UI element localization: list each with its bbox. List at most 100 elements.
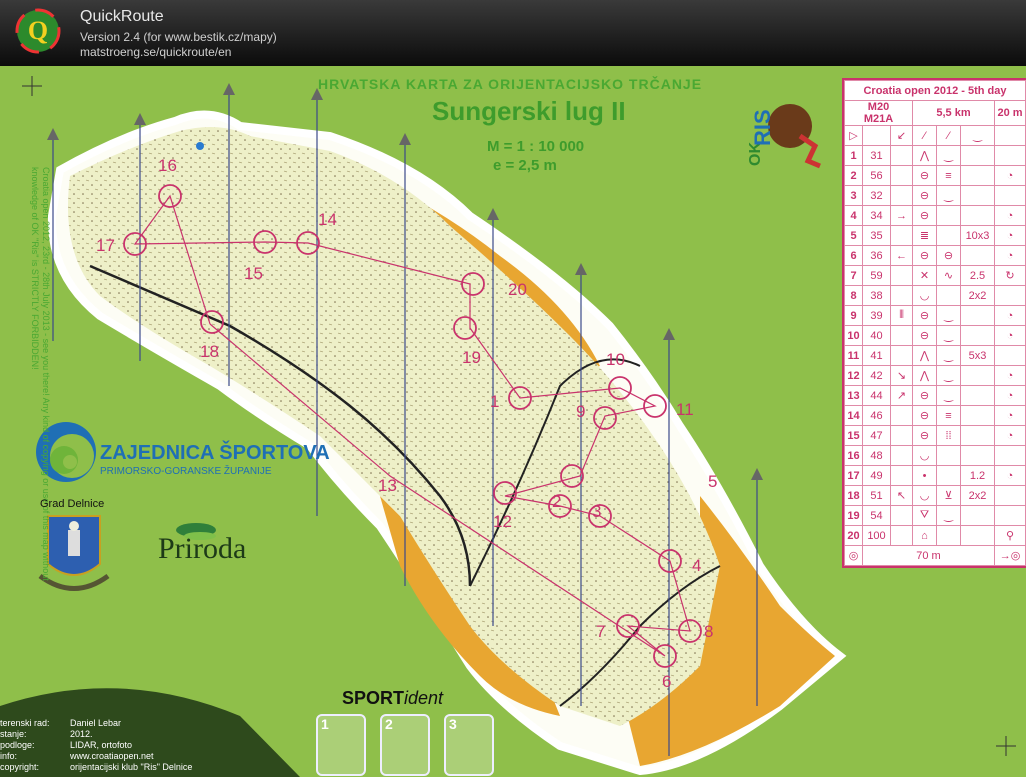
- control-code: 54: [862, 505, 891, 526]
- description-symbol: [890, 405, 913, 426]
- description-symbol: ‿: [936, 325, 961, 346]
- control-number: 14: [318, 210, 337, 229]
- description-symbol: ‿: [936, 145, 961, 166]
- description-symbol: ↻: [994, 265, 1026, 286]
- description-symbol: [936, 525, 961, 546]
- description-symbol: ◔: [994, 365, 1026, 386]
- description-row: 7 59 ✕ ∿ 2.5 ↻: [844, 265, 1026, 286]
- description-symbol: [960, 185, 995, 206]
- control-code: 47: [862, 425, 891, 446]
- control-code: 49: [862, 465, 891, 486]
- description-symbol: ‿: [936, 385, 961, 406]
- control-code: 35: [862, 225, 891, 246]
- orienteering-map-canvas[interactable]: OK RIS HRVATSKA KARTA ZA ORIJENTACIJSKO …: [0, 66, 1026, 777]
- description-symbol: ≡: [936, 165, 961, 186]
- si-card-bear: 3: [444, 714, 494, 776]
- desc-symbol: ↙: [890, 125, 913, 146]
- map-credits: terenski rad: Daniel Lebar stanje: 2012. p…: [0, 718, 300, 773]
- description-symbol: ◡: [912, 445, 937, 466]
- control-code: 100: [862, 525, 891, 546]
- description-symbol: ◔: [994, 245, 1026, 266]
- description-symbol: ⌂: [912, 525, 937, 546]
- description-symbol: ⋀: [912, 345, 937, 366]
- row-number: 7: [844, 265, 863, 286]
- description-row: 20 100 ⌂ ⚲: [844, 525, 1026, 546]
- description-symbol: ⋀: [912, 145, 937, 166]
- description-symbol: [890, 465, 913, 486]
- si-card-number: 2: [385, 716, 393, 732]
- description-symbol: ↘: [890, 365, 913, 386]
- credit-key: copyright:: [0, 762, 40, 772]
- row-number: 14: [844, 405, 863, 426]
- description-symbol: [960, 325, 995, 346]
- description-row: 15 47 ⊖ ⁞⁞ ◔: [844, 425, 1026, 446]
- credit-key: info:: [0, 751, 18, 761]
- control-code: 38: [862, 285, 891, 306]
- credit-key: podloge:: [0, 740, 35, 750]
- si-card-lynx: 2: [380, 714, 430, 776]
- finish-symbol: ◎: [844, 545, 863, 566]
- description-symbol: ⊖: [912, 425, 937, 446]
- description-symbol: [936, 285, 961, 306]
- control-code: 31: [862, 145, 891, 166]
- description-symbol: ⊖: [912, 405, 937, 426]
- credit-value: orijentacijski klub "Ris" Delnice: [70, 762, 193, 772]
- row-number: 19: [844, 505, 863, 526]
- description-symbol: ◔: [994, 425, 1026, 446]
- description-symbol: ⊖: [912, 325, 937, 346]
- control-number: 15: [244, 264, 263, 283]
- description-symbol: [890, 525, 913, 546]
- control-code: 59: [862, 265, 891, 286]
- control-number: 20: [508, 280, 527, 299]
- description-symbol: [960, 385, 995, 406]
- description-symbol: [936, 205, 961, 226]
- description-symbol: [890, 325, 913, 346]
- description-symbol: 10x3: [960, 225, 995, 246]
- credit-value: Daniel Lebar: [70, 718, 122, 728]
- row-number: 10: [844, 325, 863, 346]
- description-symbol: ‿: [936, 185, 961, 206]
- description-symbol: ≡: [936, 405, 961, 426]
- si-card-number: 1: [321, 716, 329, 732]
- description-row: 3 32 ⊖ ‿: [844, 185, 1026, 206]
- description-symbol: [890, 345, 913, 366]
- control-number: 4: [692, 556, 702, 575]
- description-symbol: ‿: [936, 345, 961, 366]
- description-symbol: [960, 505, 995, 526]
- description-symbol: •: [912, 465, 937, 486]
- description-symbol: ⊖: [912, 165, 937, 186]
- description-symbol: ⊻: [936, 485, 961, 506]
- control-code: 44: [862, 385, 891, 406]
- row-number: 13: [844, 385, 863, 406]
- description-symbol: ◔: [994, 225, 1026, 246]
- control-code: 34: [862, 205, 891, 226]
- description-symbol: 1.2: [960, 465, 995, 486]
- description-symbol: ‿: [936, 505, 961, 526]
- credit-value: LIDAR, ortofoto: [70, 740, 133, 750]
- row-number: 17: [844, 465, 863, 486]
- description-symbol: ‿: [936, 305, 961, 326]
- description-symbol: [960, 245, 995, 266]
- description-symbol: ⚲: [994, 525, 1026, 546]
- description-symbol: ◔: [994, 165, 1026, 186]
- description-symbol: [994, 445, 1026, 466]
- finish-icon: →◎: [994, 545, 1026, 566]
- app-url-link[interactable]: matstroeng.se/quickroute/en: [80, 45, 231, 59]
- description-symbol: [890, 185, 913, 206]
- description-symbol: ◔: [994, 405, 1026, 426]
- control-number: 10: [606, 350, 625, 369]
- description-symbol: ◡: [912, 485, 937, 506]
- description-row: 2 56 ⊖ ≡ ◔: [844, 165, 1026, 186]
- control-number: 7: [596, 622, 606, 641]
- row-number: 3: [844, 185, 863, 206]
- si-card-number: 3: [449, 716, 457, 732]
- description-symbol: ⊖: [912, 205, 937, 226]
- description-symbol: [890, 225, 913, 246]
- description-symbol: [994, 345, 1026, 366]
- description-row: 19 54 ⛛ ‿: [844, 505, 1026, 526]
- description-symbol: [890, 505, 913, 526]
- sponsor-subtitle: PRIMORSKO-GORANSKE ŽUPANIJE: [100, 466, 272, 477]
- credit-key: stanje:: [0, 729, 27, 739]
- description-symbol: 2x2: [960, 285, 995, 306]
- control-code: 48: [862, 445, 891, 466]
